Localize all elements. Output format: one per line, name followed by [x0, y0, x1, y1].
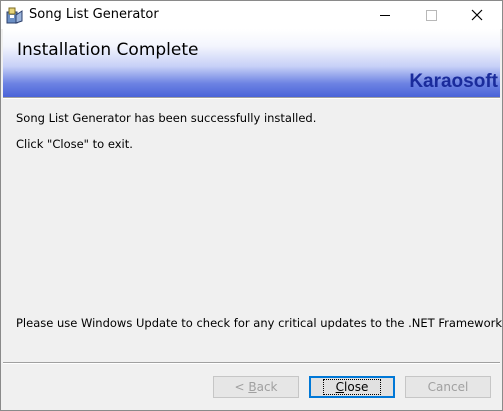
header-divider: [3, 97, 500, 99]
title-bar[interactable]: Song List Generator: [1, 1, 502, 29]
cancel-button-label: Cancel: [427, 380, 469, 394]
footer-divider: [3, 362, 500, 364]
header-banner: Installation Complete Karaosoft: [3, 29, 500, 97]
back-button-label: < Back: [234, 380, 278, 394]
minimize-button[interactable]: [362, 1, 408, 29]
brand-logo: Karaosoft: [409, 71, 498, 92]
maximize-icon: [425, 9, 437, 21]
close-window-button[interactable]: [454, 1, 500, 29]
page-title: Installation Complete: [17, 40, 199, 60]
close-button[interactable]: Close: [309, 376, 395, 398]
cancel-button[interactable]: Cancel: [405, 376, 491, 398]
update-note: Please use Windows Update to check for a…: [16, 316, 503, 330]
installer-window: Song List Generator Installation Complet…: [0, 0, 503, 411]
installer-icon: [6, 6, 24, 24]
back-button[interactable]: < Back: [213, 376, 299, 398]
window-title: Song List Generator: [29, 7, 159, 22]
close-button-label: Close: [322, 379, 382, 395]
minimize-icon: [380, 14, 390, 16]
close-icon: [471, 9, 483, 21]
installed-message: Song List Generator has been successfull…: [16, 111, 317, 125]
exit-hint: Click "Close" to exit.: [16, 137, 133, 151]
maximize-button[interactable]: [408, 1, 454, 29]
